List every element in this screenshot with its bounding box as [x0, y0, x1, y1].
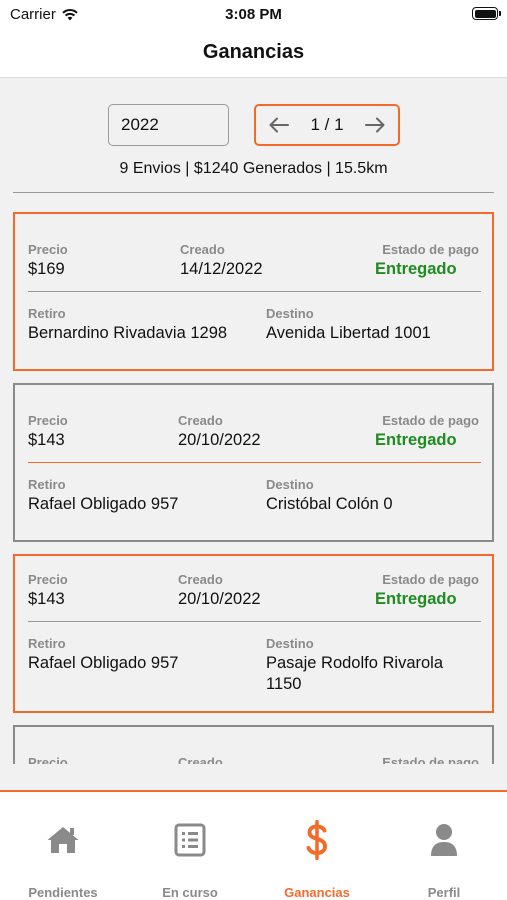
payment-status-value: Entregado	[375, 590, 457, 608]
dollar-icon	[306, 820, 328, 860]
battery-icon	[472, 7, 501, 20]
page-title: Ganancias	[202, 41, 305, 63]
tab-pendientes[interactable]: Pendientes	[0, 792, 126, 900]
tab-perfil[interactable]: Perfil	[381, 792, 507, 900]
payment-status-label: Estado de pago	[382, 572, 479, 587]
tab-label: Ganancias	[284, 885, 350, 900]
pickup-label: Retiro	[28, 306, 66, 321]
destination-label: Destino	[266, 306, 314, 321]
user-icon	[431, 824, 457, 856]
created-label: Creado	[180, 242, 225, 257]
home-icon	[47, 827, 79, 853]
summary-divider	[13, 192, 494, 193]
price-value: $143	[28, 431, 65, 449]
pickup-value: Bernardino Rivadavia 1298	[28, 324, 228, 342]
price-label: Precio	[28, 755, 68, 764]
payment-status-label: Estado de pago	[382, 242, 479, 257]
delivery-card[interactable]: Precio $143 Creado 20/10/2022 Estado de …	[13, 554, 494, 713]
price-label: Precio	[28, 242, 68, 257]
destination-label: Destino	[266, 477, 314, 492]
delivery-card[interactable]: Precio $169 Creado 14/12/2022 Estado de …	[13, 212, 494, 371]
pickup-value: Rafael Obligado 957	[28, 495, 179, 513]
created-label: Creado	[178, 755, 223, 764]
destination-value: Pasaje Rodolfo Rivarola 1150	[266, 654, 444, 693]
tab-bar: Pendientes En curso Ganancias Perfil	[0, 790, 507, 900]
navigation-bar: Ganancias	[0, 30, 507, 78]
price-label: Precio	[28, 413, 68, 428]
status-bar: Carrier 3:08 PM	[0, 0, 507, 30]
delivery-card[interactable]: Precio $143 Creado 20/10/2022 Estado de …	[13, 383, 494, 542]
next-page-button[interactable]	[364, 114, 386, 136]
tab-label: Pendientes	[28, 885, 98, 900]
deliveries-list[interactable]: Precio $169 Creado 14/12/2022 Estado de …	[13, 212, 494, 764]
created-label: Creado	[178, 413, 223, 428]
delivery-card[interactable]: Precio Creado Estado de pago	[13, 725, 494, 764]
payment-status-label: Estado de pago	[382, 413, 479, 428]
pickup-label: Retiro	[28, 477, 66, 492]
year-selector[interactable]: 2022	[108, 104, 229, 146]
pickup-label: Retiro	[28, 636, 66, 651]
list-icon	[174, 823, 206, 857]
tab-en-curso[interactable]: En curso	[127, 792, 253, 900]
tab-label: En curso	[162, 885, 218, 900]
created-value: 14/12/2022	[180, 260, 263, 278]
payment-status-value: Entregado	[375, 260, 457, 278]
destination-value: Avenida Libertad 1001	[266, 324, 431, 342]
page-indicator: 1 / 1	[310, 115, 344, 134]
tab-ganancias[interactable]: Ganancias	[254, 792, 380, 900]
arrow-right-icon	[365, 117, 385, 133]
card-separator	[28, 621, 481, 622]
destination-label: Destino	[266, 636, 314, 651]
card-separator	[28, 291, 481, 292]
price-value: $143	[28, 590, 65, 608]
previous-page-button[interactable]	[268, 114, 290, 136]
destination-value: Cristóbal Colón 0	[266, 495, 393, 513]
tab-label: Perfil	[427, 885, 461, 900]
created-value: 20/10/2022	[178, 431, 261, 449]
price-value: $169	[28, 260, 65, 278]
arrow-left-icon	[269, 117, 289, 133]
pickup-value: Rafael Obligado 957	[28, 654, 179, 672]
payment-status-label: Estado de pago	[382, 755, 479, 764]
earnings-summary: 9 Envios | $1240 Generados | 15.5km	[119, 160, 388, 177]
pagination-control: 1 / 1	[254, 104, 400, 146]
payment-status-value: Entregado	[375, 431, 457, 449]
created-value: 20/10/2022	[178, 590, 261, 608]
price-label: Precio	[28, 572, 68, 587]
status-time: 3:08 PM	[225, 6, 282, 23]
card-separator	[28, 462, 481, 463]
created-label: Creado	[178, 572, 223, 587]
